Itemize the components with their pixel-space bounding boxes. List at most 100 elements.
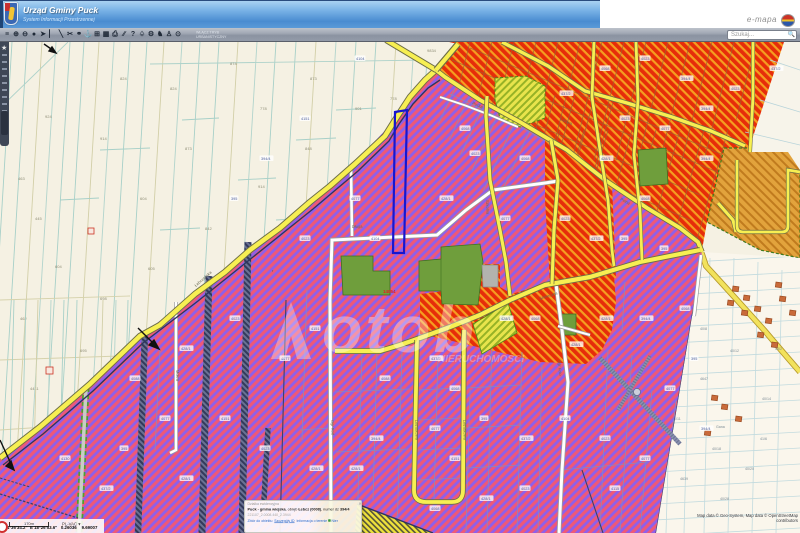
svg-text:437/2: 437/2	[771, 67, 781, 71]
svg-text:437/2: 437/2	[591, 237, 601, 241]
svg-text:4068: 4068	[641, 197, 649, 201]
svg-text:445: 445	[35, 216, 42, 221]
svg-text:4411: 4411	[30, 386, 39, 391]
svg-text:428/1: 428/1	[311, 467, 321, 471]
svg-text:394/4: 394/4	[371, 437, 381, 441]
svg-text:4023: 4023	[231, 317, 239, 321]
svg-text:695: 695	[80, 348, 87, 353]
svg-text:41/6: 41/6	[760, 437, 767, 441]
svg-text:437/2: 437/2	[521, 437, 531, 441]
svg-text:698: 698	[100, 296, 107, 301]
svg-text:4023: 4023	[731, 87, 739, 91]
svg-text:4023: 4023	[561, 217, 569, 221]
svg-text:874: 874	[230, 61, 237, 66]
svg-text:Szkolna: Szkolna	[485, 200, 491, 215]
svg-text:4068: 4068	[601, 67, 609, 71]
svg-text:NIERUCHOMOŚCI: NIERUCHOMOŚCI	[438, 352, 524, 365]
svg-text:4088: 4088	[131, 377, 139, 381]
svg-text:394/4: 394/4	[641, 317, 651, 321]
svg-text:428/1: 428/1	[481, 497, 491, 501]
svg-text:4068: 4068	[431, 507, 439, 511]
svg-text:4104: 4104	[561, 417, 569, 421]
svg-text:4151: 4151	[311, 327, 319, 331]
svg-text:901: 901	[355, 106, 362, 111]
svg-text:462: 462	[20, 316, 27, 321]
svg-text:395: 395	[691, 357, 697, 361]
svg-text:842: 842	[205, 226, 212, 231]
svg-text:4023: 4023	[471, 152, 479, 156]
svg-text:778: 778	[390, 96, 397, 101]
svg-text:395: 395	[481, 417, 487, 421]
svg-text:437/2: 437/2	[561, 92, 571, 96]
svg-text:914: 914	[258, 184, 265, 189]
svg-text:40/20: 40/20	[745, 467, 754, 471]
svg-text:604: 604	[140, 196, 147, 201]
svg-text:4023: 4023	[641, 57, 649, 61]
svg-text:Letniskowa: Letniskowa	[414, 420, 420, 441]
svg-text:4151: 4151	[451, 457, 459, 461]
svg-text:394/4: 394/4	[701, 427, 711, 431]
svg-text:4115: 4115	[611, 487, 619, 491]
svg-text:778: 778	[260, 106, 267, 111]
svg-text:428/1: 428/1	[601, 317, 611, 321]
svg-text:824: 824	[170, 86, 177, 91]
svg-text:873: 873	[310, 76, 317, 81]
svg-text:9834: 9834	[427, 48, 437, 53]
svg-text:4068: 4068	[681, 307, 689, 311]
svg-text:4077: 4077	[431, 427, 439, 431]
svg-text:428/1: 428/1	[571, 343, 581, 347]
svg-text:4023: 4023	[521, 487, 529, 491]
svg-text:4068: 4068	[461, 127, 469, 131]
svg-text:395: 395	[231, 197, 237, 201]
svg-text:Ogr Rod: Ogr Rod	[330, 420, 336, 435]
svg-text:394/4: 394/4	[701, 157, 711, 161]
svg-text:4104: 4104	[356, 57, 364, 61]
svg-text:4023: 4023	[301, 237, 309, 241]
svg-text:4077: 4077	[501, 217, 509, 221]
svg-text:848: 848	[305, 146, 312, 151]
svg-text:40/14: 40/14	[762, 397, 771, 401]
svg-text:605: 605	[148, 266, 155, 271]
svg-text:924: 924	[45, 114, 52, 119]
svg-text:428/1: 428/1	[441, 197, 451, 201]
svg-text:395: 395	[121, 447, 127, 451]
svg-text:4088: 4088	[381, 377, 389, 381]
svg-text:4639: 4639	[680, 477, 688, 481]
svg-text:Letniskowa: Letniskowa	[462, 420, 468, 441]
svg-text:4151: 4151	[301, 117, 309, 121]
svg-text:428/1: 428/1	[181, 347, 191, 351]
svg-text:914: 914	[100, 136, 107, 141]
svg-text:428/1: 428/1	[181, 477, 191, 481]
svg-text:4023: 4023	[601, 437, 609, 441]
svg-text:40/8: 40/8	[700, 327, 707, 331]
svg-text:4023: 4023	[621, 117, 629, 121]
svg-text:873: 873	[185, 146, 192, 151]
svg-text:4068: 4068	[521, 157, 529, 161]
svg-text:4077: 4077	[161, 417, 169, 421]
svg-text:394/4: 394/4	[701, 107, 711, 111]
svg-text:437/2: 437/2	[101, 487, 111, 491]
svg-text:Mokra: Mokra	[175, 370, 180, 382]
svg-text:40/12: 40/12	[730, 349, 739, 353]
svg-text:Gana: Gana	[716, 425, 725, 429]
svg-text:428/1: 428/1	[351, 467, 361, 471]
svg-text:4077: 4077	[661, 127, 669, 131]
svg-text:4647: 4647	[700, 377, 708, 381]
svg-text:4077: 4077	[666, 387, 674, 391]
svg-text:428/1: 428/1	[501, 317, 511, 321]
svg-text:Długa: Długa	[352, 224, 363, 229]
svg-text:4068: 4068	[531, 317, 539, 321]
svg-text:394/4: 394/4	[261, 157, 271, 161]
svg-text:40/28: 40/28	[720, 497, 729, 501]
svg-text:4068: 4068	[451, 387, 459, 391]
svg-text:604: 604	[55, 264, 62, 269]
svg-text:4104: 4104	[371, 237, 379, 241]
svg-text:824: 824	[120, 76, 127, 81]
svg-text:38/2: 38/2	[775, 347, 782, 351]
svg-text:4151: 4151	[221, 417, 229, 421]
svg-text:463: 463	[18, 176, 25, 181]
svg-text:395: 395	[621, 237, 627, 241]
svg-text:4130: 4130	[61, 457, 69, 461]
svg-text:40/18: 40/18	[712, 447, 721, 451]
svg-text:428/1: 428/1	[601, 157, 611, 161]
